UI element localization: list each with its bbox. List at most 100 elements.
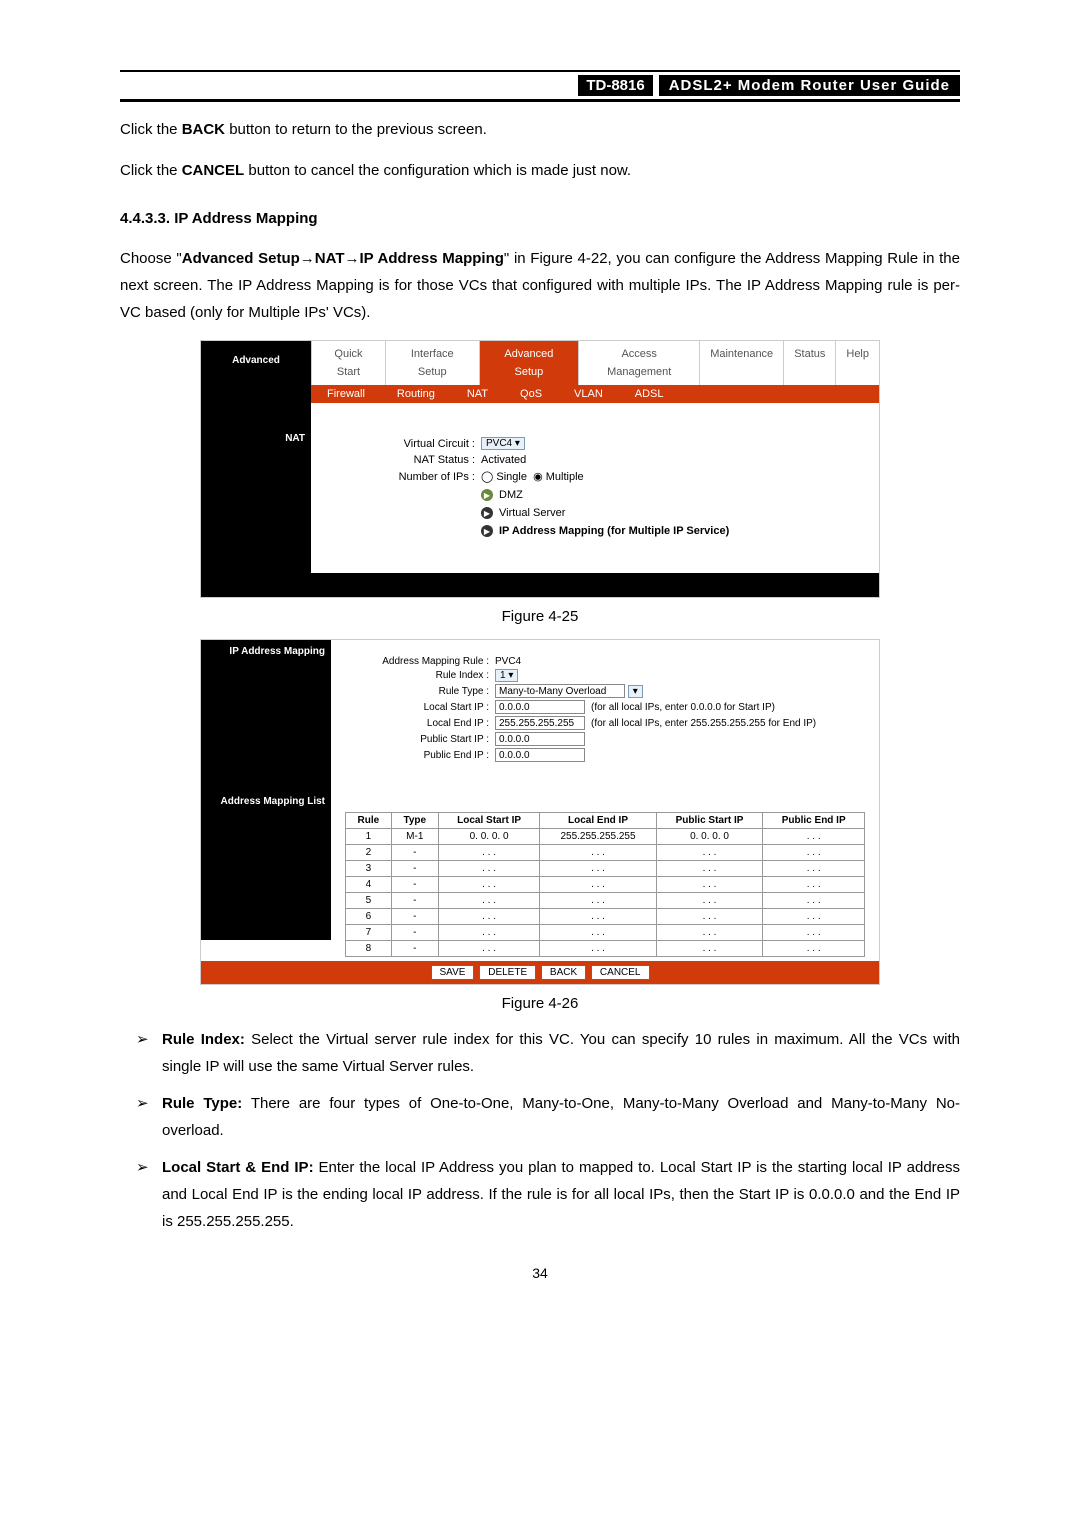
side-nat-label: NAT	[201, 403, 311, 573]
link-virtual-server[interactable]: ▶Virtual Server	[481, 507, 859, 519]
tab-status[interactable]: Status	[783, 341, 835, 385]
chevron-down-icon: ▾	[508, 670, 513, 681]
table-row: 3-. . .. . .. . .. . .	[346, 861, 865, 877]
delete-button[interactable]: DELETE	[479, 965, 536, 980]
sub-tabs: Firewall Routing NAT QoS VLAN ADSL	[311, 385, 879, 403]
bullet-rule-index: Rule Index: Select the Virtual server ru…	[162, 1026, 960, 1080]
subtab-nat[interactable]: NAT	[451, 385, 504, 403]
arrow-icon: ▶	[481, 489, 493, 501]
link-dmz[interactable]: ▶DMZ	[481, 489, 859, 501]
main-tabs: Quick Start Interface Setup Advanced Set…	[311, 341, 879, 385]
table-row: 1M-10. 0. 0. 0255.255.255.2550. 0. 0. 0.…	[346, 829, 865, 845]
side-ip-mapping: IP Address Mapping	[201, 640, 331, 790]
doc-header: TD-8816 ADSL2+ Modem Router User Guide	[120, 70, 960, 102]
subtab-routing[interactable]: Routing	[381, 385, 451, 403]
tab-quick-start[interactable]: Quick Start	[311, 341, 385, 385]
table-row: 6-. . .. . .. . .. . .	[346, 909, 865, 925]
table-cell: 6	[346, 909, 392, 925]
table-cell: -	[391, 893, 438, 909]
tab-maintenance[interactable]: Maintenance	[699, 341, 783, 385]
radio-single[interactable]: ◯ Single	[481, 470, 527, 483]
tab-advanced-setup[interactable]: Advanced Setup	[479, 341, 579, 385]
rule-type-dropdown[interactable]: ▾	[628, 685, 643, 698]
table-cell: . . .	[763, 845, 865, 861]
table-cell: 255.255.255.255	[540, 829, 656, 845]
figure-4-25: Advanced Quick Start Interface Setup Adv…	[200, 340, 880, 598]
nav-path: Advanced Setup→NAT→IP Address Mapping	[182, 250, 504, 267]
local-end-ip-input[interactable]: 255.255.255.255	[495, 716, 585, 730]
table-cell: 0. 0. 0. 0	[656, 829, 763, 845]
rule-index-label: Rule Index :	[345, 670, 495, 681]
table-cell: . . .	[763, 941, 865, 957]
table-cell: . . .	[656, 941, 763, 957]
table-row: 8-. . .. . .. . .. . .	[346, 941, 865, 957]
table-cell: . . .	[438, 909, 540, 925]
arrow-icon: ▶	[481, 507, 493, 519]
save-button[interactable]: SAVE	[431, 965, 475, 980]
tab-interface-setup[interactable]: Interface Setup	[385, 341, 479, 385]
table-cell: . . .	[540, 941, 656, 957]
mapping-table: RuleTypeLocal Start IPLocal End IPPublic…	[345, 812, 865, 957]
arrow-icon: ▶	[481, 525, 493, 537]
num-ips-label: Number of IPs :	[331, 471, 481, 483]
page-number: 34	[120, 1265, 960, 1281]
advanced-label: Advanced	[201, 341, 311, 403]
t: Click the	[120, 121, 182, 138]
table-cell: 8	[346, 941, 392, 957]
tab-help[interactable]: Help	[835, 341, 879, 385]
table-cell: 2	[346, 845, 392, 861]
back-button[interactable]: BACK	[541, 965, 586, 980]
table-cell: 7	[346, 925, 392, 941]
chevron-down-icon: ▾	[633, 686, 638, 697]
table-cell: . . .	[656, 909, 763, 925]
table-cell: -	[391, 925, 438, 941]
figure-4-26-caption: Figure 4-26	[120, 995, 960, 1012]
t: Choose "	[120, 250, 182, 267]
subtab-vlan[interactable]: VLAN	[558, 385, 619, 403]
table-cell: 5	[346, 893, 392, 909]
col-header: Public End IP	[763, 813, 865, 829]
table-cell: . . .	[763, 925, 865, 941]
t: Click the	[120, 162, 182, 179]
t: button to cancel the configuration which…	[244, 162, 631, 179]
figure-4-25-caption: Figure 4-25	[120, 608, 960, 625]
link-ip-address-mapping[interactable]: ▶IP Address Mapping (for Multiple IP Ser…	[481, 525, 859, 537]
radio-multiple[interactable]: ◉ Multiple	[533, 470, 584, 483]
table-cell: . . .	[763, 909, 865, 925]
local-start-hint: (for all local IPs, enter 0.0.0.0 for St…	[591, 702, 775, 713]
col-header: Rule	[346, 813, 392, 829]
table-cell: -	[391, 877, 438, 893]
rule-index-select[interactable]: 1 ▾	[495, 669, 518, 682]
table-cell: . . .	[656, 893, 763, 909]
bullet-local-ip: Local Start & End IP: Enter the local IP…	[162, 1154, 960, 1235]
table-row: 5-. . .. . .. . .. . .	[346, 893, 865, 909]
col-header: Type	[391, 813, 438, 829]
section-heading: 4.4.3.3. IP Address Mapping	[120, 210, 960, 227]
table-row: 4-. . .. . .. . .. . .	[346, 877, 865, 893]
button-bar: SAVE DELETE BACK CANCEL	[201, 961, 879, 984]
public-end-ip-input[interactable]: 0.0.0.0	[495, 748, 585, 762]
table-cell: 1	[346, 829, 392, 845]
table-cell: . . .	[656, 845, 763, 861]
tab-access-management[interactable]: Access Management	[578, 341, 699, 385]
table-cell: -	[391, 941, 438, 957]
side-mapping-list: Address Mapping List	[201, 790, 331, 940]
table-cell: . . .	[763, 893, 865, 909]
local-end-hint: (for all local IPs, enter 255.255.255.25…	[591, 718, 816, 729]
subtab-qos[interactable]: QoS	[504, 385, 558, 403]
table-cell: . . .	[763, 829, 865, 845]
cancel-button[interactable]: CANCEL	[591, 965, 650, 980]
guide-title: ADSL2+ Modem Router User Guide	[659, 75, 960, 96]
vc-select[interactable]: PVC4 ▾	[481, 437, 525, 450]
local-start-ip-input[interactable]: 0.0.0.0	[495, 700, 585, 714]
subtab-adsl[interactable]: ADSL	[619, 385, 680, 403]
public-start-ip-input[interactable]: 0.0.0.0	[495, 732, 585, 746]
subtab-firewall[interactable]: Firewall	[311, 385, 381, 403]
cancel-word: CANCEL	[182, 162, 245, 179]
rule-type-input[interactable]: Many-to-Many Overload	[495, 684, 625, 698]
table-cell: . . .	[438, 877, 540, 893]
col-header: Local End IP	[540, 813, 656, 829]
table-cell: -	[391, 909, 438, 925]
back-word: BACK	[182, 121, 225, 138]
table-cell: . . .	[540, 925, 656, 941]
